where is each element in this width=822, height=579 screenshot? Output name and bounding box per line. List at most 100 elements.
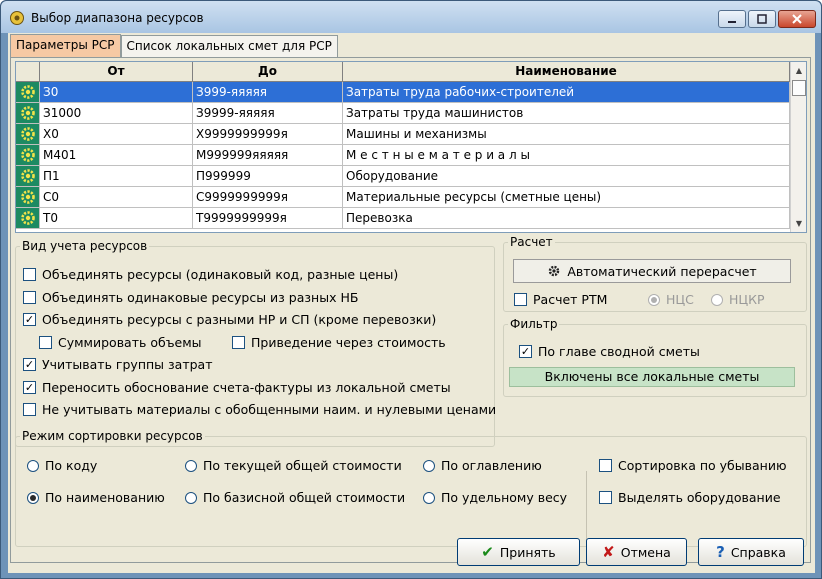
- accept-button[interactable]: ✔ Принять: [457, 538, 580, 566]
- checkbox-box[interactable]: [23, 403, 36, 416]
- cell-from[interactable]: С0: [40, 187, 193, 208]
- radio-dot[interactable]: [27, 459, 39, 472]
- table-row[interactable]: Т0 Т9999999999я Перевозка: [16, 208, 790, 229]
- table-row[interactable]: М401 М999999яяяяя М е с т н ы е м а т е р …: [16, 145, 790, 166]
- minimize-icon: [728, 21, 736, 23]
- cell-name[interactable]: Затраты труда машинистов: [343, 103, 790, 124]
- minimize-button[interactable]: [718, 10, 746, 28]
- checkbox-box[interactable]: [23, 291, 36, 304]
- cell-name[interactable]: М е с т н ы е м а т е р и а л ы: [343, 145, 790, 166]
- checkbox-box[interactable]: ✓: [23, 381, 36, 394]
- cost-conversion-checkbox[interactable]: Приведение через стоимость: [232, 335, 446, 350]
- rtm-checkbox[interactable]: Расчет РТМ: [514, 292, 607, 307]
- help-button[interactable]: ? Справка: [698, 538, 804, 566]
- sort-by-share-radio[interactable]: По удельному весу: [423, 490, 567, 505]
- radio-dot[interactable]: [423, 491, 435, 504]
- cancel-button[interactable]: ✘ Отмена: [586, 538, 687, 566]
- close-button[interactable]: [778, 10, 816, 28]
- highlight-equipment-checkbox[interactable]: Выделять оборудование: [599, 490, 781, 505]
- cell-name[interactable]: Материальные ресурсы (сметные цены): [343, 187, 790, 208]
- merge-nr-sp-checkbox[interactable]: ✓ Объединять ресурсы с разными НР и СП (к…: [23, 312, 436, 327]
- cell-to[interactable]: Х9999999999я: [193, 124, 343, 145]
- maximize-button[interactable]: [748, 10, 776, 28]
- dialog-body: Параметры РСР Список локальных смет для …: [8, 33, 815, 573]
- radio-dot[interactable]: [185, 459, 197, 472]
- cell-from[interactable]: Т0: [40, 208, 193, 229]
- checkbox-box[interactable]: [23, 268, 36, 281]
- merge-resources-checkbox[interactable]: Объединять ресурсы (одинаковый код, разн…: [23, 267, 398, 282]
- chapter-filter-checkbox[interactable]: ✓ По главе сводной сметы: [519, 344, 700, 359]
- maximize-icon: [757, 14, 767, 24]
- resource-gear-icon: [16, 187, 40, 208]
- checkbox-box[interactable]: ✓: [519, 345, 532, 358]
- checkbox-box[interactable]: [39, 336, 52, 349]
- cell-name[interactable]: Машины и механизмы: [343, 124, 790, 145]
- scroll-up-icon[interactable]: ▲: [791, 62, 806, 78]
- radio-dot[interactable]: [423, 459, 435, 472]
- merge-nb-checkbox[interactable]: Объединять одинаковые ресурсы из разных …: [23, 290, 358, 305]
- cancel-label: Отмена: [620, 544, 671, 560]
- included-estimates-status: Включены все локальные сметы: [509, 367, 795, 387]
- radio-dot[interactable]: [648, 293, 660, 306]
- resource-gear-icon: [16, 124, 40, 145]
- resource-gear-icon: [16, 166, 40, 187]
- tab-page: От До Наименование З0 З999-яяяяя Затраты т…: [10, 57, 811, 563]
- table-row[interactable]: С0 С9999999999я Материальные ресурсы (смет…: [16, 187, 790, 208]
- table-row[interactable]: Х0 Х9999999999я Машины и механизмы: [16, 124, 790, 145]
- radio-dot[interactable]: [711, 293, 723, 306]
- cell-name[interactable]: Перевозка: [343, 208, 790, 229]
- cell-name[interactable]: Оборудование: [343, 166, 790, 187]
- sort-by-current-cost-radio[interactable]: По текущей общей стоимости: [185, 458, 402, 473]
- nckr-radio[interactable]: НЦКР: [711, 292, 765, 307]
- checkbox-box[interactable]: [599, 491, 612, 504]
- cell-to[interactable]: М999999яяяяя: [193, 145, 343, 166]
- ncs-radio[interactable]: НЦС: [648, 292, 694, 307]
- cell-from[interactable]: З0: [40, 82, 193, 103]
- sort-by-code-radio[interactable]: По коду: [27, 458, 97, 473]
- cell-to[interactable]: З9999-яяяяя: [193, 103, 343, 124]
- sort-by-base-cost-radio[interactable]: По базисной общей стоимости: [185, 490, 405, 505]
- title-bar[interactable]: Выбор диапазона ресурсов: [1, 1, 821, 33]
- invoice-basis-checkbox[interactable]: ✓ Переносить обоснование счета-фактуры из…: [23, 380, 451, 395]
- cell-name[interactable]: Затраты труда рабочих-строителей: [343, 82, 790, 103]
- cell-to[interactable]: З999-яяяяя: [193, 82, 343, 103]
- checkbox-box[interactable]: ✓: [23, 358, 36, 371]
- sort-desc-checkbox[interactable]: Сортировка по убыванию: [599, 458, 786, 473]
- sort-by-name-radio[interactable]: По наименованию: [27, 490, 165, 505]
- cell-to[interactable]: П999999: [193, 166, 343, 187]
- scroll-thumb[interactable]: [792, 80, 806, 96]
- sum-volumes-checkbox[interactable]: Суммировать объемы: [39, 335, 202, 350]
- col-header-to[interactable]: До: [193, 62, 343, 82]
- resource-range-grid[interactable]: От До Наименование З0 З999-яяяяя Затраты т…: [15, 61, 807, 233]
- col-header-from[interactable]: От: [40, 62, 193, 82]
- checkbox-box[interactable]: [514, 293, 527, 306]
- col-header-name[interactable]: Наименование: [343, 62, 790, 82]
- table-row[interactable]: З0 З999-яяяяя Затраты труда рабочих-строит…: [16, 82, 790, 103]
- cell-to[interactable]: Т9999999999я: [193, 208, 343, 229]
- cell-from[interactable]: З1000: [40, 103, 193, 124]
- scroll-down-icon[interactable]: ▼: [791, 215, 806, 231]
- tab-rsr-params[interactable]: Параметры РСР: [10, 34, 121, 58]
- checkbox-box[interactable]: [232, 336, 245, 349]
- grid-scrollbar[interactable]: ▲ ▼: [790, 62, 806, 232]
- checkbox-label: Объединять ресурсы с разными НР и СП (кр…: [42, 312, 437, 327]
- accept-label: Принять: [499, 544, 556, 560]
- auto-recalc-button[interactable]: Автоматический перерасчет: [513, 259, 791, 283]
- cell-to[interactable]: С9999999999я: [193, 187, 343, 208]
- cell-from[interactable]: П1: [40, 166, 193, 187]
- checkbox-box[interactable]: ✓: [23, 313, 36, 326]
- ignore-generic-materials-checkbox[interactable]: Не учитывать материалы с обобщенными наи…: [23, 402, 496, 417]
- table-row[interactable]: П1 П999999 Оборудование: [16, 166, 790, 187]
- radio-dot[interactable]: [185, 491, 197, 504]
- close-x-icon: ✘: [602, 543, 615, 561]
- radio-dot[interactable]: [27, 491, 39, 504]
- cost-groups-checkbox[interactable]: ✓ Учитывать группы затрат: [23, 357, 212, 372]
- checkbox-box[interactable]: [599, 459, 612, 472]
- cell-from[interactable]: Х0: [40, 124, 193, 145]
- checkbox-label: Объединять ресурсы (одинаковый код, разн…: [42, 267, 399, 282]
- cell-from[interactable]: М401: [40, 145, 193, 166]
- sort-mode-group: Режим сортировки ресурсов: [15, 429, 807, 547]
- sort-by-toc-radio[interactable]: По оглавлению: [423, 458, 542, 473]
- tab-local-estimates[interactable]: Список локальных смет для РСР: [120, 35, 338, 57]
- table-row[interactable]: З1000 З9999-яяяяя Затраты труда машинистов: [16, 103, 790, 124]
